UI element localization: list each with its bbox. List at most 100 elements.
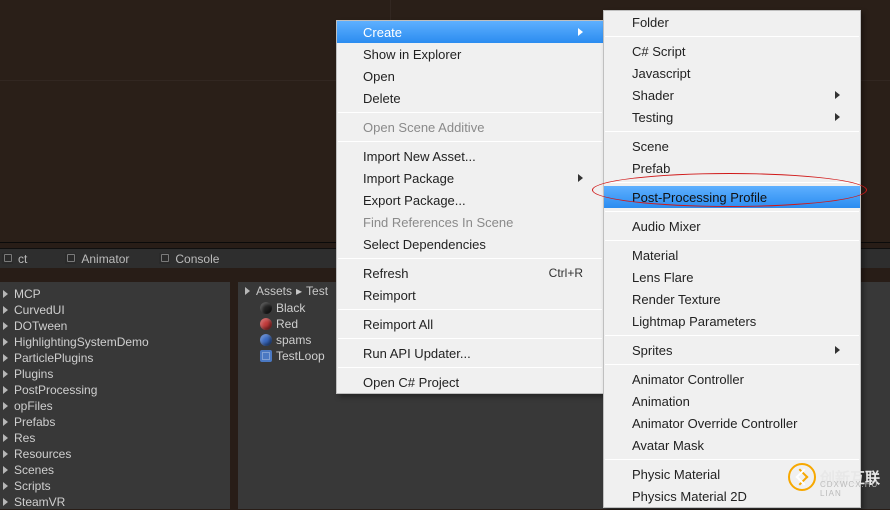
hierarchy-item[interactable]: opFiles	[0, 398, 230, 414]
foldout-icon[interactable]	[0, 464, 12, 476]
hierarchy-item[interactable]: Prefabs	[0, 414, 230, 430]
submenu-arrow-icon	[578, 28, 583, 36]
material-icon	[260, 334, 272, 346]
foldout-icon[interactable]	[0, 352, 12, 364]
menu-separator	[338, 141, 602, 142]
foldout-icon[interactable]	[0, 320, 12, 332]
menu-separator	[605, 240, 859, 241]
hierarchy-item[interactable]: ParticlePlugins	[0, 350, 230, 366]
submenu-lens-flare[interactable]: Lens Flare	[604, 266, 860, 288]
menu-open-scene-additive: Open Scene Additive	[337, 116, 603, 138]
submenu-audio-mixer[interactable]: Audio Mixer	[604, 215, 860, 237]
foldout-icon[interactable]	[0, 288, 12, 300]
submenu-scene[interactable]: Scene	[604, 135, 860, 157]
menu-find-references: Find References In Scene	[337, 211, 603, 233]
hierarchy-item[interactable]: Res	[0, 430, 230, 446]
hierarchy-item[interactable]: HighlightingSystemDemo	[0, 334, 230, 350]
panel-menu-icon	[159, 253, 170, 264]
submenu-sprites[interactable]: Sprites	[604, 339, 860, 361]
submenu-csharp-script[interactable]: C# Script	[604, 40, 860, 62]
submenu-avatar-mask[interactable]: Avatar Mask	[604, 434, 860, 456]
hierarchy-item[interactable]: Plugins	[0, 366, 230, 382]
foldout-icon[interactable]	[0, 496, 12, 508]
create-submenu: Folder C# Script Javascript Shader Testi…	[603, 10, 861, 508]
hierarchy-item[interactable]: Scripts	[0, 478, 230, 494]
context-menu: Create Show in Explorer Open Delete Open…	[336, 20, 604, 394]
hierarchy-panel: MCP CurvedUI DOTween HighlightingSystemD…	[0, 282, 230, 509]
csharp-icon	[260, 350, 272, 362]
foldout-icon[interactable]	[0, 384, 12, 396]
submenu-animation[interactable]: Animation	[604, 390, 860, 412]
submenu-animator-override-controller[interactable]: Animator Override Controller	[604, 412, 860, 434]
menu-import-new-asset[interactable]: Import New Asset...	[337, 145, 603, 167]
menu-select-dependencies[interactable]: Select Dependencies	[337, 233, 603, 255]
panel-menu-icon	[65, 253, 76, 264]
menu-show-in-explorer[interactable]: Show in Explorer	[337, 43, 603, 65]
foldout-icon[interactable]	[0, 304, 12, 316]
menu-separator	[338, 258, 602, 259]
tab-label: ct	[18, 252, 27, 266]
hierarchy-item[interactable]: Resources	[0, 446, 230, 462]
menu-separator	[605, 211, 859, 212]
submenu-arrow-icon	[835, 113, 840, 121]
submenu-testing[interactable]: Testing	[604, 106, 860, 128]
foldout-icon[interactable]	[0, 480, 12, 492]
menu-separator	[605, 459, 859, 460]
tab-console[interactable]: Console	[157, 250, 229, 268]
menu-reimport-all[interactable]: Reimport All	[337, 313, 603, 335]
foldout-icon[interactable]	[0, 336, 12, 348]
submenu-render-texture[interactable]: Render Texture	[604, 288, 860, 310]
watermark-icon	[788, 463, 816, 491]
watermark-subtext: CDXWCX.HU LIAN	[820, 480, 880, 498]
hierarchy-item[interactable]: MCP	[0, 286, 230, 302]
menu-separator	[605, 335, 859, 336]
foldout-icon[interactable]	[0, 448, 12, 460]
submenu-prefab[interactable]: Prefab	[604, 157, 860, 179]
hierarchy-item[interactable]: CurvedUI	[0, 302, 230, 318]
submenu-shader[interactable]: Shader	[604, 84, 860, 106]
tab-label: Animator	[81, 252, 129, 266]
menu-separator	[338, 367, 602, 368]
submenu-lightmap-parameters[interactable]: Lightmap Parameters	[604, 310, 860, 332]
material-icon	[260, 318, 272, 330]
menu-separator	[338, 338, 602, 339]
shortcut-label: Ctrl+R	[549, 266, 583, 280]
foldout-icon[interactable]	[0, 432, 12, 444]
menu-import-package[interactable]: Import Package	[337, 167, 603, 189]
tab-label: Console	[175, 252, 219, 266]
foldout-icon[interactable]	[0, 416, 12, 428]
submenu-material[interactable]: Material	[604, 244, 860, 266]
menu-create[interactable]: Create	[337, 21, 603, 43]
submenu-arrow-icon	[835, 346, 840, 354]
menu-run-api-updater[interactable]: Run API Updater...	[337, 342, 603, 364]
menu-refresh[interactable]: RefreshCtrl+R	[337, 262, 603, 284]
menu-separator	[605, 364, 859, 365]
tab-project[interactable]: ct	[0, 250, 37, 268]
menu-separator	[338, 112, 602, 113]
menu-separator	[605, 182, 859, 183]
foldout-icon[interactable]	[0, 400, 12, 412]
menu-reimport[interactable]: Reimport	[337, 284, 603, 306]
breadcrumb-current[interactable]: Test	[306, 284, 328, 298]
submenu-folder[interactable]: Folder	[604, 11, 860, 33]
submenu-post-processing-profile[interactable]: Post-Processing Profile	[604, 186, 860, 208]
hierarchy-item[interactable]: Scenes	[0, 462, 230, 478]
submenu-animator-controller[interactable]: Animator Controller	[604, 368, 860, 390]
watermark: 创新互联 CDXWCX.HU LIAN	[788, 463, 880, 491]
foldout-icon[interactable]	[242, 285, 254, 297]
hierarchy-item[interactable]: SteamVR	[0, 494, 230, 510]
submenu-javascript[interactable]: Javascript	[604, 62, 860, 84]
submenu-arrow-icon	[835, 91, 840, 99]
foldout-icon[interactable]	[0, 368, 12, 380]
menu-separator	[605, 131, 859, 132]
tab-animator[interactable]: Animator	[63, 250, 139, 268]
menu-open-csharp-project[interactable]: Open C# Project	[337, 371, 603, 393]
menu-export-package[interactable]: Export Package...	[337, 189, 603, 211]
breadcrumb-separator: ▸	[296, 284, 302, 298]
menu-open[interactable]: Open	[337, 65, 603, 87]
menu-delete[interactable]: Delete	[337, 87, 603, 109]
hierarchy-item[interactable]: DOTween	[0, 318, 230, 334]
menu-separator	[338, 309, 602, 310]
hierarchy-item[interactable]: PostProcessing	[0, 382, 230, 398]
breadcrumb-root[interactable]: Assets	[256, 284, 292, 298]
